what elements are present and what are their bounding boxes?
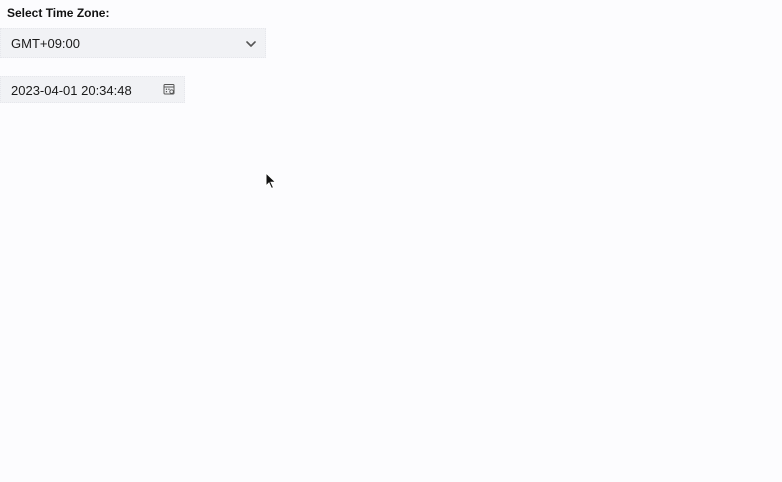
page: Select Time Zone: GMT+09:00 2023-04-01 2…: [0, 0, 782, 482]
timezone-label: Select Time Zone:: [7, 6, 110, 20]
calendar-icon[interactable]: [163, 83, 175, 95]
timezone-select[interactable]: GMT+09:00: [0, 28, 266, 58]
datetime-input[interactable]: 2023-04-01 20:34:48: [0, 76, 185, 103]
timezone-selected-value: GMT+09:00: [11, 36, 81, 51]
mouse-pointer-icon: [265, 172, 277, 190]
chevron-down-icon: [246, 41, 256, 47]
datetime-value: 2023-04-01 20:34:48: [11, 83, 132, 98]
